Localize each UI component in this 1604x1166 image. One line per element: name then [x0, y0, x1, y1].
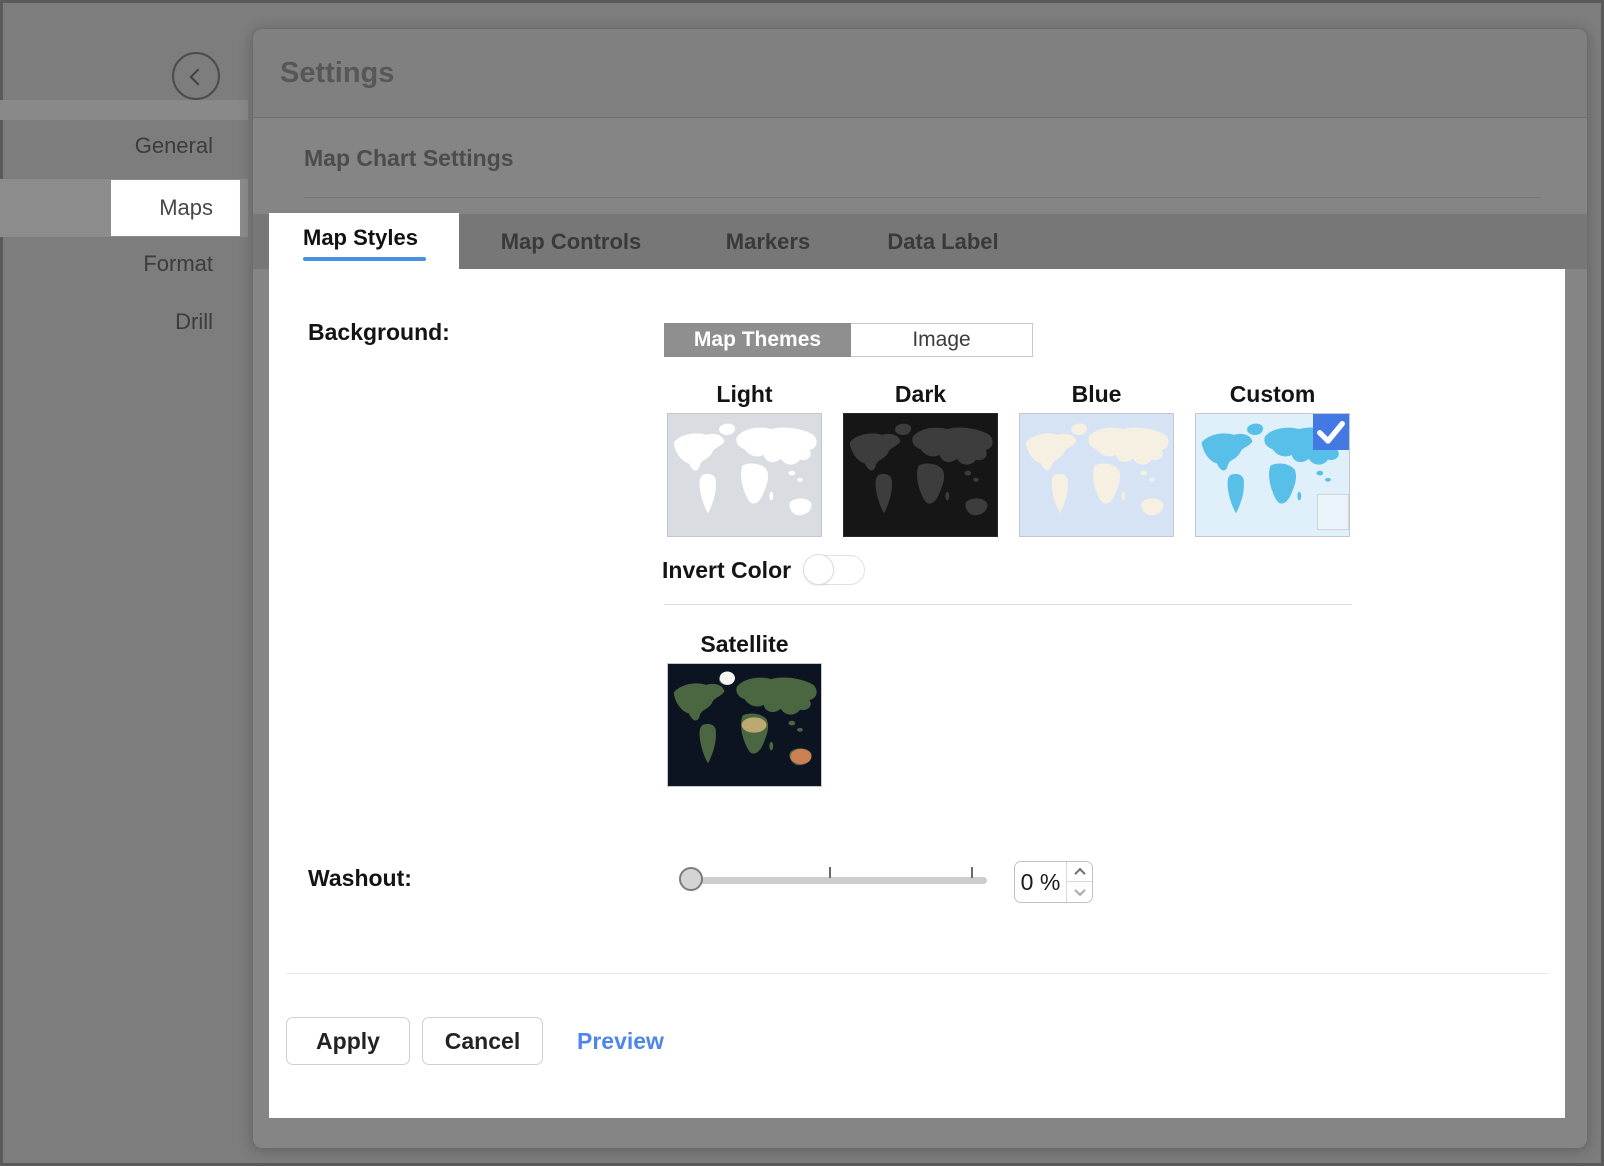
- theme-light-label: Light: [667, 381, 822, 407]
- footer-divider: [286, 973, 1548, 974]
- world-map-satellite: [668, 664, 821, 786]
- spinner-up-button[interactable]: [1067, 862, 1092, 882]
- invert-color-label: Invert Color: [662, 557, 791, 584]
- world-map-blue: [1020, 414, 1173, 536]
- map-styles-panel: Background: Map Themes Image Light Dark: [269, 269, 1565, 1118]
- satellite-option: Satellite: [667, 631, 822, 787]
- satellite-label: Satellite: [667, 631, 822, 657]
- chevron-left-icon: [190, 69, 207, 86]
- segment-image[interactable]: Image: [851, 324, 1032, 356]
- active-tab-underline: [303, 257, 426, 261]
- sidebar-item-format[interactable]: Format: [143, 250, 213, 278]
- theme-dark-thumbnail[interactable]: [843, 413, 998, 537]
- sidebar-item-maps-label: Maps: [159, 194, 213, 222]
- washout-slider-track[interactable]: [691, 877, 987, 884]
- preview-link[interactable]: Preview: [577, 1017, 664, 1065]
- washout-slider-thumb[interactable]: [679, 867, 703, 891]
- sidebar-item-general[interactable]: General: [135, 132, 213, 160]
- section-separator: [664, 604, 1352, 605]
- sidebar-item-drill[interactable]: Drill: [175, 308, 213, 336]
- theme-grid: Light Dark Blue: [667, 381, 1350, 537]
- slider-tick-100: [971, 867, 973, 878]
- toggle-thumb: [803, 554, 834, 585]
- tab-map-styles-label: Map Styles: [303, 213, 418, 263]
- dialog-header: Settings: [253, 29, 1587, 118]
- sidebar-item-maps[interactable]: Maps: [111, 180, 240, 236]
- check-icon: [1313, 414, 1349, 450]
- custom-color-swatch[interactable]: [1317, 494, 1349, 530]
- washout-spinner: 0 %: [1014, 861, 1093, 903]
- world-map-dark: [844, 414, 997, 536]
- tab-markers[interactable]: Markers: [726, 214, 810, 269]
- spinner-down-button[interactable]: [1067, 882, 1092, 902]
- slider-tick-50: [829, 867, 831, 878]
- spinner-arrows: [1066, 862, 1092, 902]
- washout-label: Washout:: [308, 865, 412, 892]
- washout-slider[interactable]: [679, 863, 989, 895]
- background-label: Background:: [308, 319, 450, 346]
- chevron-down-icon: [1074, 885, 1085, 896]
- tab-map-styles[interactable]: Map Styles: [269, 213, 459, 269]
- back-button[interactable]: [172, 52, 220, 100]
- invert-color-toggle[interactable]: [803, 555, 865, 585]
- section-divider: [304, 197, 1541, 198]
- theme-blue-label: Blue: [1019, 381, 1174, 407]
- section-title: Map Chart Settings: [304, 145, 514, 172]
- theme-custom: Custom: [1195, 381, 1350, 537]
- washout-value[interactable]: 0 %: [1015, 862, 1066, 902]
- satellite-thumbnail[interactable]: [667, 663, 822, 787]
- settings-dialog: Settings Map Chart Settings Map Controls…: [252, 28, 1588, 1149]
- theme-light-thumbnail[interactable]: [667, 413, 822, 537]
- theme-light: Light: [667, 381, 822, 537]
- theme-dark-label: Dark: [843, 381, 998, 407]
- tab-map-controls[interactable]: Map Controls: [501, 214, 642, 269]
- theme-blue-thumbnail[interactable]: [1019, 413, 1174, 537]
- apply-button[interactable]: Apply: [286, 1017, 410, 1065]
- background-mode-segmented: Map Themes Image: [664, 323, 1033, 357]
- sidebar-row-highlight: [0, 100, 248, 120]
- cancel-button[interactable]: Cancel: [422, 1017, 543, 1065]
- invert-color-row: Invert Color: [662, 555, 865, 585]
- screen: General Maps Format Drill Settings Map C…: [0, 0, 1604, 1166]
- theme-blue: Blue: [1019, 381, 1174, 537]
- theme-dark: Dark: [843, 381, 998, 537]
- theme-custom-label: Custom: [1195, 381, 1350, 407]
- settings-sidebar: General Maps Format Drill: [0, 0, 248, 1166]
- chevron-up-icon: [1074, 867, 1085, 878]
- selected-check-badge: [1313, 414, 1349, 450]
- segment-map-themes[interactable]: Map Themes: [664, 323, 851, 357]
- theme-custom-thumbnail[interactable]: [1195, 413, 1350, 537]
- dialog-title: Settings: [280, 57, 394, 90]
- tab-data-label[interactable]: Data Label: [887, 214, 998, 269]
- world-map-light: [668, 414, 821, 536]
